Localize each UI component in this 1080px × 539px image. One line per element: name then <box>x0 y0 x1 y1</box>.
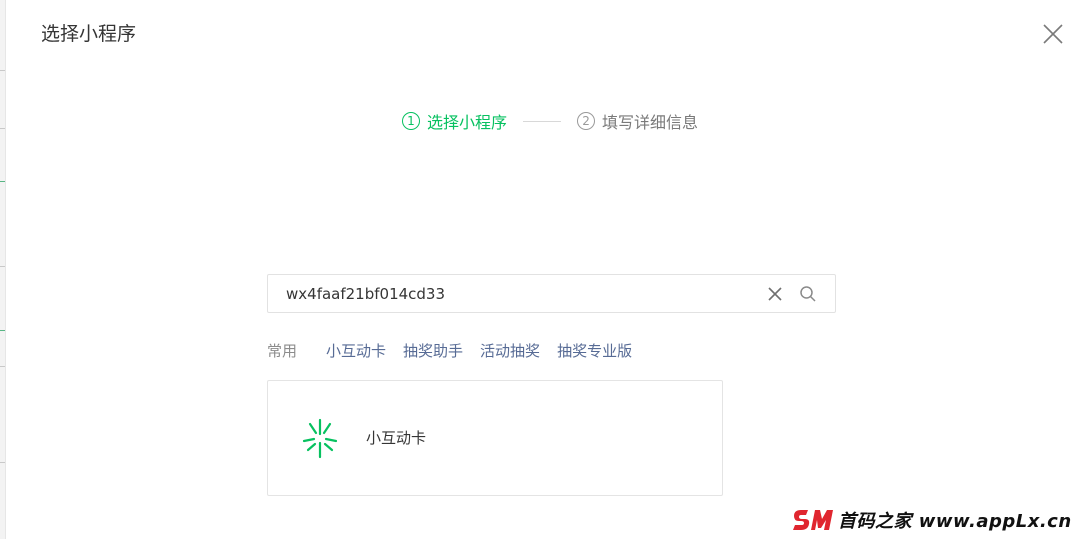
site-watermark: 首码之家 www.appLx.cn <box>792 506 1077 534</box>
frequent-link[interactable]: 小互动卡 <box>326 340 386 361</box>
step-indicator: 1 选择小程序 2 填写详细信息 <box>402 108 698 134</box>
clear-search-button[interactable] <box>766 285 784 303</box>
frequent-link[interactable]: 活动抽奖 <box>480 340 540 361</box>
step-number-badge: 2 <box>577 112 596 130</box>
mini-program-logo <box>301 417 339 459</box>
step-label: 填写详细信息 <box>602 113 699 132</box>
search-input[interactable] <box>286 275 756 312</box>
background-divider <box>0 70 5 71</box>
background-divider <box>0 366 5 367</box>
step-fill-details: 2 填写详细信息 <box>577 109 698 133</box>
background-divider <box>0 462 5 463</box>
sparkle-icon <box>302 418 338 459</box>
step-number-badge: 1 <box>402 112 420 130</box>
background-page-edge <box>0 0 6 539</box>
frequent-label: 常用 <box>267 341 298 360</box>
watermark-logo-icon <box>793 510 833 530</box>
clear-icon[interactable] <box>766 285 784 303</box>
frequent-link[interactable]: 抽奖助手 <box>403 340 463 361</box>
close-icon[interactable] <box>1038 19 1068 49</box>
search-box <box>267 274 836 313</box>
background-divider <box>0 128 5 129</box>
background-divider <box>0 266 5 267</box>
select-mini-program-dialog: 选择小程序 1 选择小程序 2 填写详细信息 wx4faaf21bf014cd3… <box>0 0 1080 539</box>
mini-program-name: 小互动卡 <box>366 429 427 447</box>
dialog-title: 选择小程序 <box>41 23 137 45</box>
watermark-text: 首码之家 www.appLx.cn <box>838 511 1072 532</box>
background-divider <box>0 181 5 182</box>
background-divider <box>0 330 5 331</box>
search-result-card[interactable]: 小互动卡 <box>267 380 723 496</box>
frequent-link[interactable]: 抽奖专业版 <box>557 340 632 361</box>
frequent-mini-programs: 常用 小互动卡 抽奖助手 活动抽奖 抽奖专业版 <box>267 338 632 362</box>
search-icon[interactable] <box>799 285 817 303</box>
close-button[interactable] <box>1038 19 1068 49</box>
step-label: 选择小程序 <box>427 113 508 132</box>
search-button[interactable] <box>799 285 817 303</box>
step-select-mini-program: 1 选择小程序 <box>402 109 507 133</box>
step-connector <box>523 120 562 122</box>
